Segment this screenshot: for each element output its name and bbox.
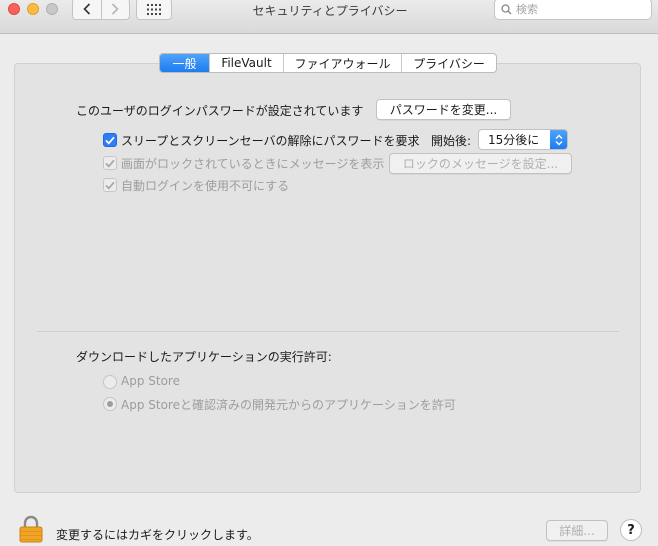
change-password-button[interactable]: パスワードを変更...: [376, 99, 511, 120]
search-placeholder: 検索: [516, 3, 538, 16]
tab-privacy[interactable]: プライバシー: [401, 54, 496, 72]
search-icon: [501, 3, 512, 14]
radio-app-store[interactable]: [103, 375, 117, 389]
show-all-preferences-button[interactable]: [136, 0, 172, 20]
show-message-checkbox[interactable]: [103, 156, 117, 170]
downloads-heading: ダウンロードしたアプリケーションの実行許可:: [76, 350, 332, 364]
radio-selected-dot: [107, 401, 113, 407]
help-button[interactable]: ?: [620, 519, 642, 541]
section-divider: [37, 331, 619, 332]
navigation-buttons: [72, 0, 130, 20]
checkmark-icon: [105, 159, 115, 168]
advanced-button[interactable]: 詳細...: [546, 520, 608, 541]
lock-button[interactable]: [18, 515, 44, 543]
lock-instruction-text: 変更するにはカギをクリックします。: [56, 528, 259, 542]
chevron-left-icon: [83, 3, 90, 15]
window-title: セキュリティとプライバシー: [252, 4, 408, 18]
forward-button[interactable]: [100, 0, 130, 19]
disable-autologin-label: 自動ログインを使用不可にする: [121, 179, 290, 193]
require-password-label: スリープとスクリーンセーバの解除にパスワードを要求: [121, 134, 420, 148]
tab-bar: 一般 FileVault ファイアウォール プライバシー: [159, 53, 497, 73]
start-after-label: 開始後:: [431, 134, 472, 148]
tab-firewall[interactable]: ファイアウォール: [283, 54, 401, 72]
start-after-value: 15分後に: [488, 133, 540, 147]
close-window-button[interactable]: [8, 3, 20, 15]
grid-icon: [147, 3, 161, 15]
start-after-popup[interactable]: 15分後に: [478, 129, 568, 150]
radio-app-store-identified[interactable]: [103, 397, 117, 411]
show-message-label: 画面がロックされているときにメッセージを表示: [121, 157, 385, 171]
tab-filevault[interactable]: FileVault: [209, 54, 283, 72]
chevron-right-icon: [112, 3, 119, 15]
search-field[interactable]: 検索: [494, 0, 652, 20]
checkmark-icon: [105, 136, 115, 145]
zoom-window-button[interactable]: [46, 3, 58, 15]
tab-general[interactable]: 一般: [160, 54, 209, 72]
login-password-status: このユーザのログインパスワードが設定されています: [76, 104, 364, 118]
checkmark-icon: [105, 181, 115, 190]
radio-app-store-identified-label: App Storeと確認済みの開発元からのアプリケーションを許可: [121, 398, 456, 412]
set-lock-message-button[interactable]: ロックのメッセージを設定...: [389, 153, 572, 174]
updown-chevron-icon: [550, 130, 567, 149]
radio-app-store-label: App Store: [121, 374, 180, 388]
require-password-checkbox[interactable]: [103, 133, 117, 147]
back-button[interactable]: [73, 0, 101, 19]
disable-autologin-checkbox[interactable]: [103, 178, 117, 192]
general-tab-panel: [14, 63, 641, 493]
lock-icon: [19, 515, 43, 543]
minimize-window-button[interactable]: [27, 3, 39, 15]
